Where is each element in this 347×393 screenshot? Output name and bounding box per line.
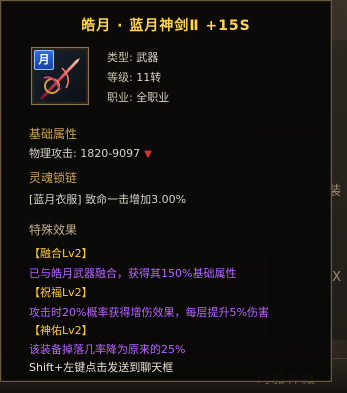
moon-badge-icon: 月 (34, 50, 54, 70)
info-level: 等级: 11转 (107, 69, 161, 85)
info-value: 全职业 (136, 91, 170, 104)
chat-share-hint: Shift+左键点击发送到聊天框 (29, 361, 174, 374)
effect-desc: 该装备掉落几率降为原来的25% (29, 343, 186, 356)
item-title: 皓月 · 蓝月神剑Ⅱ +15S (81, 18, 251, 34)
side-panel-close-glyph[interactable]: X (332, 270, 341, 285)
item-tooltip: 皓月 · 蓝月神剑Ⅱ +15S 月 类型: 武器 等级: 11转 职业: 全职业 (0, 0, 332, 382)
effect-tag: 【神佑Lv2】 (29, 324, 93, 337)
info-label: 职业: (107, 91, 133, 104)
info-value: 11转 (136, 71, 162, 84)
base-attr-line: 物理攻击: 1820-9097 ▼ (29, 145, 152, 161)
info-label: 类型: (107, 51, 133, 64)
effect-desc: 攻击时20%概率获得增伤效果，每层提升5%伤害 (29, 306, 269, 319)
down-arrow-icon: ▼ (144, 149, 152, 160)
info-type: 类型: 武器 (107, 49, 158, 65)
soul-lock-line: [蓝月衣服] 致命一击增加3.00% (29, 193, 187, 206)
effect-tag: 【祝福Lv2】 (29, 286, 93, 299)
soul-lock-heading: 灵魂锁链 (29, 171, 78, 185)
special-effects-heading: 特殊效果 (29, 223, 78, 237)
info-label: 等级: (107, 71, 133, 84)
info-class: 职业: 全职业 (107, 89, 169, 105)
physical-attack-text: 物理攻击: 1820-9097 (29, 147, 141, 160)
effect-tag: 【融合Lv2】 (29, 247, 93, 260)
info-value: 武器 (136, 51, 159, 64)
item-icon-frame: 月 (31, 47, 89, 105)
base-attr-heading: 基础属性 (29, 127, 78, 141)
effect-desc: 已与皓月武器融合，获得其150%基础属性 (29, 267, 237, 280)
